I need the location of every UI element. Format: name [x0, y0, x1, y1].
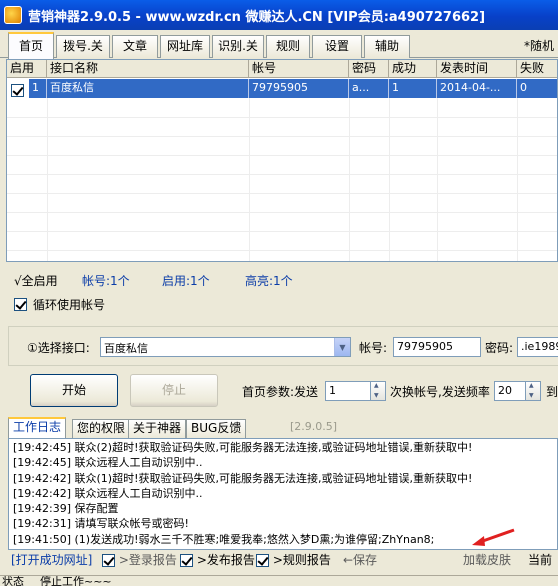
- row-account: 79795905: [249, 79, 349, 98]
- row-publish-time: 2014-04-...: [437, 79, 517, 98]
- column-password[interactable]: 密码: [349, 60, 389, 78]
- grid-line: [7, 174, 557, 175]
- row-password: a...: [349, 79, 389, 98]
- grid-line: [349, 98, 350, 261]
- publish-report-label: >发布报告: [196, 553, 255, 567]
- switch-label: 次换帐号,发送频率: [390, 385, 490, 399]
- loop-accounts-option[interactable]: 循环使用帐号: [14, 296, 105, 313]
- frequency-input[interactable]: 20: [494, 381, 526, 401]
- table-row[interactable]: 1 百度私信 79795905 a... 1 2014-04-... 0: [7, 79, 557, 98]
- publish-report-option[interactable]: >发布报告: [180, 551, 255, 568]
- log-line: [19:42:42] 联众(1)超时!获取验证码失败,可能服务器无法连接,或验证…: [13, 471, 473, 485]
- password-label: 密码:: [485, 341, 514, 355]
- annotation-arrow-icon: [472, 528, 515, 546]
- column-enabled[interactable]: 启用: [7, 60, 47, 78]
- grid-line: [7, 212, 557, 213]
- tab-dialing[interactable]: 拨号.关: [56, 35, 110, 58]
- tab-url-library[interactable]: 网址库: [160, 35, 210, 58]
- version-tag: [2.9.0.5]: [290, 420, 338, 433]
- row-index: 1: [29, 79, 47, 98]
- account-field[interactable]: 79795905: [393, 337, 481, 357]
- account-label: 帐号:: [359, 341, 388, 355]
- send-count-input[interactable]: 1: [325, 381, 371, 401]
- highlighted-count: 高亮:1个: [245, 274, 293, 288]
- grid-line: [7, 231, 557, 232]
- tab-recognition[interactable]: 识别.关: [212, 35, 264, 58]
- status-text: 停止工作~~~: [40, 575, 112, 586]
- row-interface: 百度私信: [47, 79, 249, 98]
- password-field[interactable]: .ie1989: [517, 337, 558, 357]
- select-interface-label: ①选择接口:: [27, 341, 90, 355]
- grid-line: [7, 155, 557, 156]
- grid-line: [7, 250, 557, 251]
- loop-accounts-label: 循环使用帐号: [33, 298, 106, 312]
- app-icon: [4, 6, 22, 24]
- frequency-spinner[interactable]: [526, 381, 541, 401]
- column-fail[interactable]: 失败: [517, 60, 557, 78]
- row-success: 1: [389, 79, 437, 98]
- rule-report-option[interactable]: >规则报告: [256, 551, 331, 568]
- tab-permissions[interactable]: 您的权限: [72, 419, 131, 438]
- column-success[interactable]: 成功: [389, 60, 437, 78]
- log-tabs: 工作日志 您的权限 关于神器 BUG反馈: [8, 417, 558, 438]
- grid-line: [249, 98, 250, 261]
- loop-accounts-checkbox[interactable]: [14, 298, 27, 311]
- tab-settings[interactable]: 设置: [312, 35, 362, 58]
- interface-select-value: 百度私信: [104, 342, 148, 355]
- tab-rules[interactable]: 规则: [266, 35, 310, 58]
- frequency-more-label: 到: [546, 385, 558, 399]
- send-count-spinner[interactable]: [371, 381, 386, 401]
- accounts-count: 帐号:1个: [82, 274, 130, 288]
- rule-report-label: >规则报告: [272, 553, 331, 567]
- interface-config-group: ①选择接口: 百度私信 ▼ 帐号: 79795905 密码: .ie1989: [8, 326, 558, 366]
- rule-report-checkbox[interactable]: [256, 554, 269, 567]
- enable-all-link[interactable]: √全启用: [14, 272, 58, 289]
- grid-line: [517, 98, 518, 261]
- save-button[interactable]: ←保存: [343, 551, 377, 568]
- grid-line: [7, 193, 557, 194]
- log-line: [19:42:45] 联众(2)超时!获取验证码失败,可能服务器无法连接,或验证…: [13, 441, 473, 454]
- tab-about[interactable]: 关于神器: [128, 419, 187, 438]
- login-report-label: >登录报告: [118, 553, 177, 567]
- log-line: [19:42:39] 保存配置: [13, 502, 119, 516]
- start-button[interactable]: 开始: [30, 374, 118, 407]
- window-title: 营销神器2.9.0.5 - www.wzdr.cn 微赚达人.CN [VIP会员…: [28, 9, 486, 25]
- interface-select[interactable]: 百度私信 ▼: [100, 337, 351, 357]
- grid-line: [47, 98, 48, 261]
- row-enable-checkbox[interactable]: [11, 83, 24, 97]
- main-tabs: 首页 拨号.关 文章 网址库 识别.关 规则 设置 辅助: [0, 32, 558, 59]
- status-bar: 状态 停止工作~~~: [0, 575, 558, 586]
- tab-bug-report[interactable]: BUG反馈: [186, 419, 247, 438]
- status-label: 状态: [2, 575, 24, 586]
- row-fail: 0: [517, 79, 557, 98]
- chevron-down-icon[interactable]: ▼: [334, 338, 350, 356]
- grid-line: [7, 136, 557, 137]
- grid-line: [7, 117, 557, 118]
- log-line: [19:42:42] 联众远程人工自动识别中..: [13, 486, 203, 500]
- login-report-option[interactable]: >登录报告: [102, 551, 177, 568]
- tab-home[interactable]: 首页: [8, 32, 54, 59]
- report-options: [打开成功网址] >登录报告 >发布报告 >规则报告 ←保存 加载皮肤 当前: [8, 550, 558, 567]
- title-bar: 营销神器2.9.0.5 - www.wzdr.cn 微赚达人.CN [VIP会员…: [0, 0, 558, 30]
- column-interface[interactable]: 接口名称: [47, 60, 249, 78]
- current-status-label: 当前: [528, 553, 553, 567]
- random-option[interactable]: *随机: [524, 37, 554, 54]
- grid-line: [389, 98, 390, 261]
- login-report-checkbox[interactable]: [102, 554, 115, 567]
- column-publish-time[interactable]: 发表时间: [437, 60, 517, 78]
- stop-button[interactable]: 停止: [130, 374, 218, 407]
- open-success-url-link[interactable]: [打开成功网址]: [11, 551, 92, 568]
- grid-line: [437, 98, 438, 261]
- tab-articles[interactable]: 文章: [112, 35, 158, 58]
- log-line: [19:42:45] 联众远程人工自动识别中..: [13, 456, 203, 470]
- enabled-count: 启用:1个: [162, 274, 210, 288]
- tab-assist[interactable]: 辅助: [364, 35, 410, 58]
- column-account[interactable]: 帐号: [249, 60, 349, 78]
- tab-work-log[interactable]: 工作日志: [8, 417, 67, 438]
- load-skin-button[interactable]: 加载皮肤: [463, 551, 511, 568]
- accounts-table[interactable]: 启用 接口名称 帐号 密码 成功 发表时间 失败 1 百度私信 79795905…: [6, 59, 558, 262]
- publish-report-checkbox[interactable]: [180, 554, 193, 567]
- table-header: 启用 接口名称 帐号 密码 成功 发表时间 失败: [7, 60, 557, 78]
- params-label: 首页参数:发送: [242, 385, 319, 399]
